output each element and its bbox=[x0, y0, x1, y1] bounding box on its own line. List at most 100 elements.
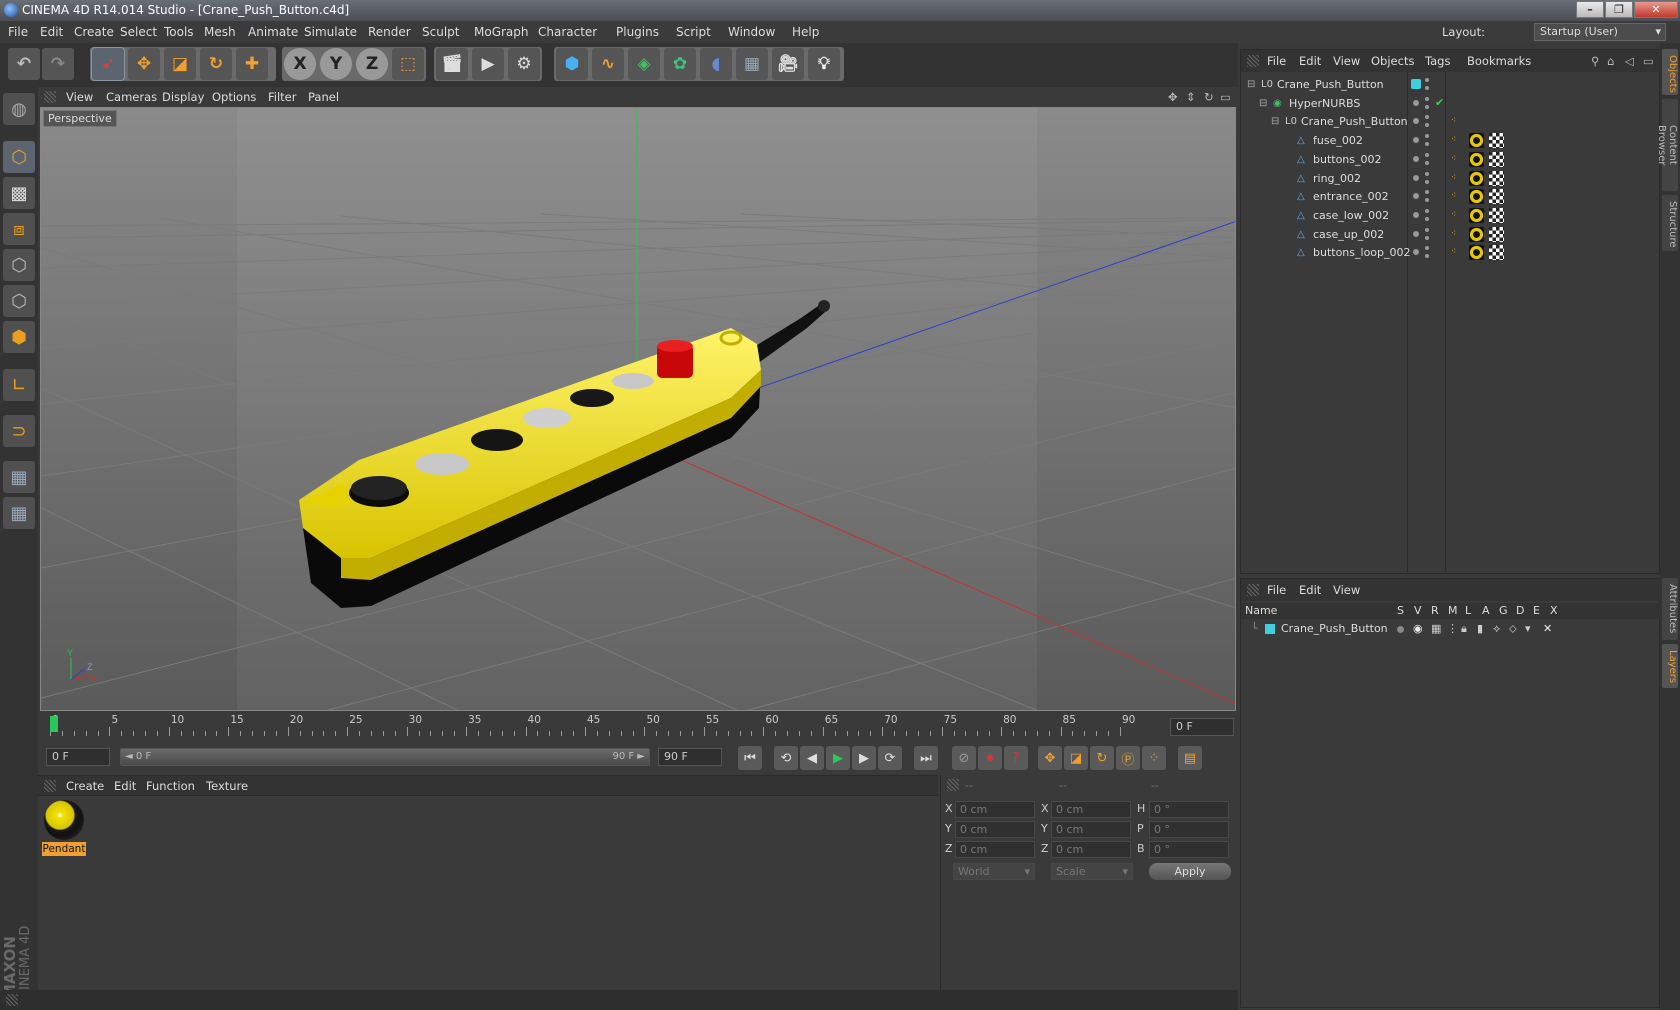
tab-structure[interactable]: Structure bbox=[1662, 195, 1678, 251]
timeline-ruler[interactable]: 051015202530354045505560657075808590 bbox=[50, 714, 1140, 738]
menu-help[interactable]: Help bbox=[792, 21, 819, 43]
object-row[interactable]: △ buttons_002 ⁖ bbox=[1241, 150, 1661, 169]
redo-button[interactable]: ↷ bbox=[42, 48, 74, 80]
phong-tag-icon[interactable]: ⁖ bbox=[1451, 225, 1456, 244]
spline-button[interactable]: ∿ bbox=[592, 48, 624, 80]
material-menu-texture[interactable]: Texture bbox=[206, 776, 248, 796]
rotation-b-field[interactable]: 0 ° bbox=[1149, 841, 1229, 858]
menu-sculpt[interactable]: Sculpt bbox=[422, 21, 459, 43]
keyframe-selection-button[interactable]: ? bbox=[1004, 746, 1028, 770]
size-y-field[interactable]: 0 cm bbox=[1051, 821, 1131, 838]
lock-icon[interactable]: 🔒︎ bbox=[1461, 620, 1467, 638]
rotation-h-field[interactable]: 0 ° bbox=[1149, 801, 1229, 818]
layer-row[interactable]: └ Crane_Push_Button ◉ ▦ ⋮ 🔒︎ ▮ ⟡ ⬦ ▾ ✕ bbox=[1241, 620, 1661, 638]
previous-key-button[interactable]: ⟲ bbox=[774, 746, 798, 770]
record-keys-button[interactable]: ⊘ bbox=[952, 746, 976, 770]
menu-render[interactable]: Render bbox=[368, 21, 411, 43]
z-axis-button[interactable]: Z bbox=[356, 48, 388, 80]
eye-icon[interactable]: ◉ bbox=[1413, 620, 1423, 638]
render-visibility-dot[interactable] bbox=[1425, 86, 1429, 90]
world-dropdown[interactable]: World ▾ bbox=[953, 863, 1035, 880]
layout-dropdown[interactable]: Startup (User) ▾ bbox=[1534, 23, 1666, 41]
material-tag-icon[interactable] bbox=[1469, 170, 1484, 186]
deformer-button[interactable]: ◖ bbox=[700, 48, 732, 80]
menu-script[interactable]: Script bbox=[676, 21, 711, 43]
object-row[interactable]: △ case_low_002 ⁖ bbox=[1241, 206, 1661, 225]
expand-toggle-icon[interactable]: ⊟ bbox=[1247, 75, 1255, 94]
editor-visibility-dot[interactable] bbox=[1425, 227, 1429, 232]
object-menu-objects[interactable]: Objects bbox=[1371, 50, 1414, 72]
autokeying-button[interactable]: ⏺ bbox=[978, 746, 1002, 770]
points-mode-button[interactable]: ⬡ bbox=[3, 249, 35, 281]
position-x-field[interactable]: 0 cm bbox=[955, 801, 1035, 818]
layer-menu-edit[interactable]: Edit bbox=[1299, 579, 1321, 601]
visibility-dot[interactable] bbox=[1413, 118, 1419, 125]
editor-visibility-dot[interactable] bbox=[1425, 208, 1429, 213]
material-tag-icon[interactable] bbox=[1469, 245, 1484, 261]
menu-window[interactable]: Window bbox=[728, 21, 775, 43]
animation-icon[interactable]: ▮ bbox=[1477, 620, 1483, 638]
maximize-button[interactable]: ❐ bbox=[1605, 1, 1633, 18]
viewport-perspective[interactable]: Y Z X Perspective bbox=[40, 107, 1236, 711]
zoom-view-icon[interactable]: ⇕ bbox=[1186, 87, 1196, 107]
camera-button[interactable]: 🎥︎ bbox=[772, 48, 804, 80]
object-row[interactable]: △ ring_002 ⁖ bbox=[1241, 169, 1661, 188]
xref-icon[interactable]: ✕ bbox=[1543, 620, 1552, 638]
model-mode-button[interactable]: ⬡ bbox=[3, 141, 35, 173]
x-axis-button[interactable]: X bbox=[284, 48, 316, 80]
go-to-end-button[interactable]: ⏭ bbox=[914, 746, 938, 770]
menu-mesh[interactable]: Mesh bbox=[204, 21, 236, 43]
render-visibility-dot[interactable] bbox=[1425, 104, 1429, 109]
uvw-tag-icon[interactable] bbox=[1489, 245, 1504, 261]
editor-visibility-dot[interactable] bbox=[1425, 171, 1429, 176]
menu-edit[interactable]: Edit bbox=[40, 21, 63, 43]
undo-button[interactable]: ↶ bbox=[8, 48, 40, 80]
render-visibility-dot[interactable] bbox=[1425, 216, 1429, 221]
menu-select[interactable]: Select bbox=[120, 21, 157, 43]
expand-toggle-icon[interactable]: ⊟ bbox=[1259, 94, 1267, 113]
material-tag-icon[interactable] bbox=[1469, 133, 1484, 149]
visibility-dot[interactable] bbox=[1413, 249, 1419, 256]
key-position-button[interactable]: ✥ bbox=[1038, 746, 1062, 770]
next-frame-button[interactable]: ▶ bbox=[852, 746, 876, 770]
editor-visibility-dot[interactable] bbox=[1425, 134, 1429, 139]
object-menu-file[interactable]: File bbox=[1267, 50, 1286, 72]
menu-file[interactable]: File bbox=[8, 21, 28, 43]
close-button[interactable]: ✕ bbox=[1634, 1, 1678, 18]
visibility-dot[interactable] bbox=[1413, 137, 1419, 144]
menu-create[interactable]: Create bbox=[74, 21, 114, 43]
manager-icon[interactable]: ⋮ bbox=[1447, 620, 1458, 638]
editor-visibility-dot[interactable] bbox=[1425, 115, 1429, 120]
start-frame-field[interactable]: 0 F bbox=[46, 748, 110, 766]
apply-button[interactable]: Apply bbox=[1149, 863, 1231, 880]
viewport-menu-options[interactable]: Options bbox=[212, 87, 256, 107]
timeline[interactable]: 051015202530354045505560657075808590 0 F bbox=[38, 712, 1238, 740]
render-visibility-dot[interactable] bbox=[1425, 198, 1429, 203]
viewport-menu-cameras[interactable]: Cameras bbox=[106, 87, 157, 107]
viewport-menu-filter[interactable]: Filter bbox=[268, 87, 296, 107]
solo-dot[interactable] bbox=[1397, 626, 1404, 633]
layer-color-swatch[interactable] bbox=[1265, 624, 1275, 634]
scale-dropdown[interactable]: Scale ▾ bbox=[1051, 863, 1133, 880]
viewport-menu-panel[interactable]: Panel bbox=[308, 87, 339, 107]
editor-visibility-dot[interactable] bbox=[1425, 190, 1429, 195]
phong-tag-icon[interactable]: ⁖ bbox=[1451, 206, 1456, 225]
timeline-window-button[interactable]: ▤ bbox=[1178, 746, 1202, 770]
next-key-button[interactable]: ⟳ bbox=[878, 746, 902, 770]
visibility-dot[interactable] bbox=[1413, 211, 1419, 218]
home-icon[interactable]: ⌂ bbox=[1607, 50, 1614, 72]
axis-mode-button[interactable]: ∟ bbox=[3, 369, 35, 401]
maximize-view-icon[interactable]: ▭ bbox=[1220, 87, 1231, 107]
phong-tag-icon[interactable]: ⁖ bbox=[1451, 169, 1456, 188]
edges-mode-button[interactable]: ⬡ bbox=[3, 285, 35, 317]
position-y-field[interactable]: 0 cm bbox=[955, 821, 1035, 838]
render-visibility-dot[interactable] bbox=[1425, 254, 1429, 259]
uvw-tag-icon[interactable] bbox=[1489, 207, 1504, 223]
generator-icon[interactable]: ⟡ bbox=[1493, 620, 1500, 638]
render-visibility-dot[interactable] bbox=[1425, 142, 1429, 147]
rotate-button[interactable]: ↻ bbox=[200, 48, 232, 80]
go-to-start-button[interactable]: ⏮ bbox=[738, 746, 762, 770]
enabled-check-icon[interactable]: ✔ bbox=[1435, 93, 1444, 112]
editor-visibility-dot[interactable] bbox=[1425, 246, 1429, 251]
viewport-menu-display[interactable]: Display bbox=[162, 87, 204, 107]
